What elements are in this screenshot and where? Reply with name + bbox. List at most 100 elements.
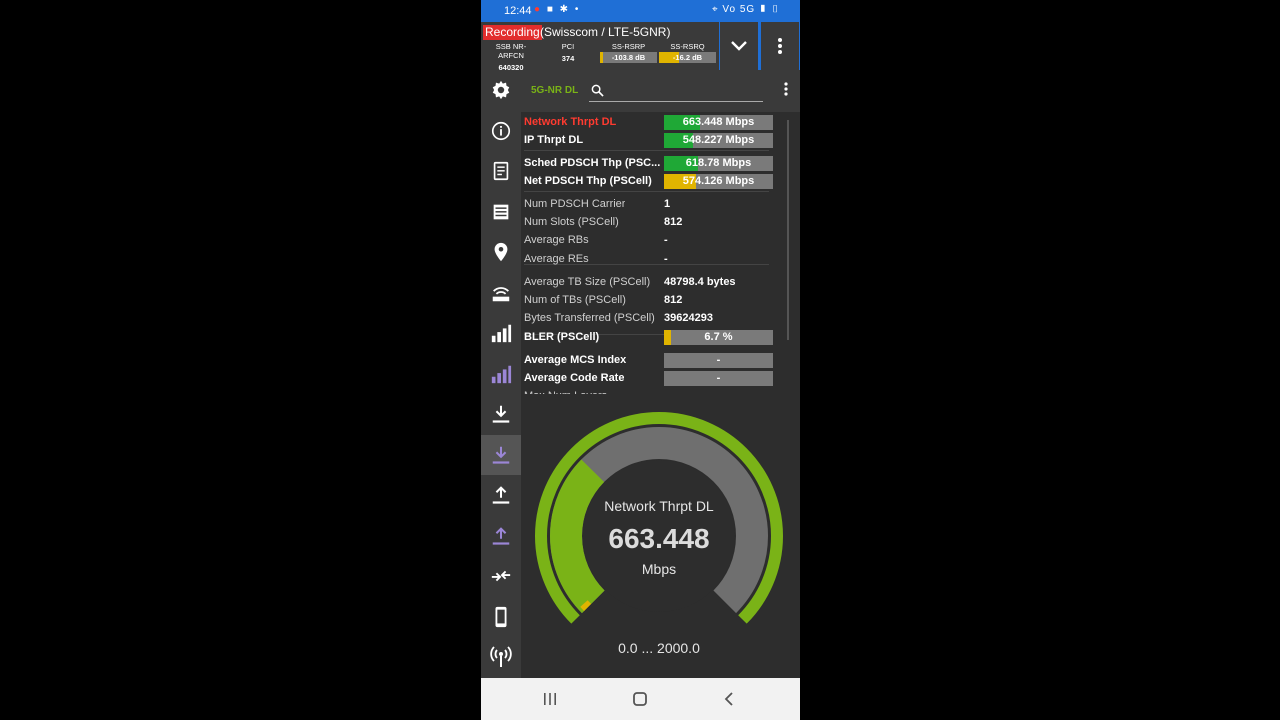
kpi-bar: -16.2 dB — [659, 52, 716, 63]
kpi-row[interactable]: Num of TBs (PSCell) 812 — [524, 293, 769, 309]
sidebar-item-report[interactable] — [481, 151, 521, 191]
back-button[interactable] — [709, 686, 749, 712]
panel-menu-icon[interactable] — [784, 82, 788, 96]
sidebar-item-router[interactable] — [481, 273, 521, 313]
battery-icon: ▯ — [771, 4, 780, 15]
kpi-value: -103.8 dB — [611, 53, 646, 62]
kpi-ss-rsrq: SS-RSRQ -16.2 dB — [659, 42, 716, 63]
kpi-label: SSB NR-ARFCN — [495, 42, 527, 60]
kpi-row-label: Num PDSCH Carrier — [524, 198, 626, 210]
gauge-min-marker — [580, 600, 592, 611]
kpi-row-label: Max Num Layers — [524, 390, 607, 394]
kpi-row-value: - — [716, 354, 721, 366]
nr-signal-bars-icon — [491, 365, 512, 384]
kpi-row-label: Net PDSCH Thp (PSCell) — [524, 175, 652, 187]
kpi-row-value: 1 — [664, 198, 671, 210]
transfer-icon — [491, 570, 511, 582]
home-button[interactable] — [620, 686, 660, 712]
signal-icon: ▮ — [758, 4, 768, 15]
list-scrollbar[interactable] — [787, 120, 789, 340]
sidebar-item-info[interactable] — [481, 111, 521, 151]
router-icon — [492, 287, 510, 302]
download-icon — [492, 405, 510, 423]
kpi-row-label: Average REs — [524, 253, 589, 265]
search-icon[interactable] — [591, 84, 604, 97]
recent-apps-button[interactable] — [530, 686, 570, 712]
video-icon: ■ — [546, 4, 555, 15]
kpi-row[interactable]: Average Code Rate - — [524, 371, 773, 387]
sidebar-item-location[interactable] — [481, 232, 521, 272]
row-divider — [524, 150, 769, 151]
kpi-ss-rsrp: SS-RSRP -103.8 dB — [600, 42, 657, 63]
sidebar-item-settings[interactable] — [481, 70, 521, 110]
kpi-row[interactable]: Sched PDSCH Thp (PSC... 618.78 Mbps — [524, 156, 773, 172]
sidebar-item-nr-download[interactable] — [481, 435, 521, 475]
upload-icon — [492, 486, 510, 504]
kpi-row[interactable]: Average MCS Index - — [524, 353, 773, 369]
sidebar-item-upload[interactable] — [481, 475, 521, 515]
log-icon — [493, 204, 509, 220]
main-panel: 5G-NR DL Network Thrpt DL 663.448 Mbps IP … — [521, 70, 800, 678]
kpi-row-label: Network Thrpt DL — [524, 116, 617, 128]
android-nav-bar — [481, 678, 800, 720]
dot-icon: • — [574, 4, 581, 15]
kpi-row-bar: 548.227 Mbps — [664, 133, 773, 148]
kpi-row-value: 574.126 Mbps — [682, 175, 755, 187]
kpi-row[interactable]: Num Slots (PSCell) 812 — [524, 215, 769, 231]
kpi-label: SS-RSRQ — [670, 42, 705, 51]
kpi-row-bar: 6.7 % — [664, 330, 773, 345]
kpi-row-value: 663.448 Mbps — [682, 116, 755, 128]
kpi-row-value: - — [664, 253, 668, 265]
kpi-row-label: Num of TBs (PSCell) — [524, 294, 626, 306]
kpi-row[interactable]: IP Thrpt DL 548.227 Mbps — [524, 133, 773, 149]
kpi-row-value: - — [664, 234, 668, 246]
back-icon — [724, 692, 733, 706]
kpi-row-value: 812 — [664, 216, 683, 228]
sidebar-item-nr-signal[interactable] — [481, 354, 521, 394]
kpi-row-label: Average RBs — [524, 234, 589, 246]
sidebar-item-transfer[interactable] — [481, 556, 521, 596]
phone-screen: 12:44 ● ■ ✱ • ⌖ Vo 5G ▮ ▯ Recording (Swi… — [481, 0, 800, 720]
gauge-label: Network Thrpt DL — [604, 498, 714, 514]
sidebar-item-antenna[interactable] — [481, 637, 521, 677]
gauge-value: 663.448 — [608, 523, 709, 554]
kpi-row-label: IP Thrpt DL — [524, 134, 584, 146]
kpi-row[interactable]: BLER (PSCell) 6.7 % — [524, 330, 773, 346]
kpi-row-label: Average Code Rate — [524, 372, 625, 384]
recording-badge: Recording — [483, 25, 542, 40]
kpi-row-label: BLER (PSCell) — [524, 331, 600, 343]
kpi-row-bar: 574.126 Mbps — [664, 174, 773, 189]
kpi-row[interactable]: Average REs - — [524, 252, 769, 268]
operator-label: (Swisscom / LTE-5GNR) — [540, 25, 671, 39]
kpi-row[interactable]: Max Num Layers — [524, 389, 769, 394]
tab-5g-nr-dl[interactable]: 5G-NR DL — [531, 85, 578, 96]
kpi-row[interactable]: Net PDSCH Thp (PSCell) 574.126 Mbps — [524, 174, 773, 190]
kpi-row-label: Average MCS Index — [524, 354, 627, 366]
chevron-down-icon — [731, 41, 747, 51]
kpi-row-value: 812 — [664, 294, 683, 306]
nr-upload-icon — [492, 527, 510, 545]
kpi-row-bar: 663.448 Mbps — [664, 115, 773, 130]
report-icon — [493, 161, 509, 181]
dropdown-button[interactable] — [720, 22, 758, 70]
sidebar-item-log[interactable] — [481, 192, 521, 232]
kpi-label: SS-RSRP — [611, 42, 646, 51]
kpi-row[interactable]: Num PDSCH Carrier 1 — [524, 197, 769, 213]
search-input[interactable] — [589, 101, 763, 102]
kpi-value: 374 — [561, 54, 575, 63]
sidebar-item-phone[interactable] — [481, 597, 521, 637]
location-icon — [494, 242, 508, 262]
kpi-row-value: 618.78 Mbps — [685, 157, 752, 169]
antenna-icon — [490, 646, 512, 667]
kpi-row[interactable]: Network Thrpt DL 663.448 Mbps — [524, 115, 773, 131]
kpi-row[interactable]: Average TB Size (PSCell) 48798.4 bytes — [524, 275, 769, 291]
sidebar-item-nr-upload[interactable] — [481, 516, 521, 556]
info-icon — [491, 121, 511, 141]
kpi-pci: PCI 374 — [553, 42, 583, 63]
sidebar-item-signal[interactable] — [481, 313, 521, 353]
kpi-row[interactable]: Bytes Transferred (PSCell) 39624293 — [524, 311, 769, 327]
sidebar-item-download[interactable] — [481, 394, 521, 434]
phone-icon — [495, 606, 507, 628]
overflow-menu-button[interactable] — [761, 22, 799, 70]
kpi-row[interactable]: Average RBs - — [524, 233, 769, 249]
